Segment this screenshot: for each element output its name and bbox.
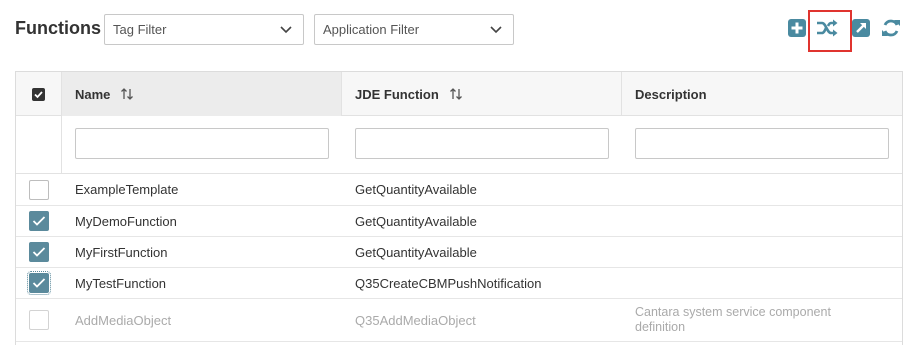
column-filter-row bbox=[16, 116, 902, 174]
row-check-cell bbox=[16, 268, 62, 298]
row-checkbox[interactable] bbox=[29, 242, 49, 262]
check-icon bbox=[34, 90, 43, 98]
select-all-checkbox[interactable] bbox=[32, 87, 45, 101]
description-filter-input[interactable] bbox=[635, 128, 889, 159]
column-header-name[interactable]: Name bbox=[62, 72, 342, 116]
row-name: ExampleTemplate bbox=[75, 182, 179, 197]
row-checkbox bbox=[29, 310, 49, 330]
application-filter-dropdown[interactable]: Application Filter bbox=[314, 14, 514, 45]
functions-grid: Name JDE Function Description ExampleTem… bbox=[15, 71, 903, 345]
row-checkbox[interactable] bbox=[29, 179, 49, 200]
shuffle-button[interactable] bbox=[816, 17, 838, 39]
toolbar bbox=[786, 17, 906, 43]
row-checkbox[interactable] bbox=[27, 271, 51, 295]
table-row[interactable]: ExampleTemplate GetQuantityAvailable bbox=[16, 174, 902, 206]
row-check-cell bbox=[16, 206, 62, 236]
column-header-label: JDE Function bbox=[355, 86, 439, 102]
row-jde-function: Q35AddMediaObject bbox=[355, 312, 476, 328]
row-name: MyDemoFunction bbox=[75, 213, 177, 229]
row-check-cell bbox=[16, 299, 62, 341]
row-jde-function: Q35CreateCBMPushNotification bbox=[355, 275, 542, 291]
row-name: AddMediaObject bbox=[75, 312, 172, 328]
row-check-cell bbox=[16, 237, 62, 267]
row-description bbox=[635, 268, 875, 298]
table-row[interactable]: MyDemoFunction GetQuantityAvailable bbox=[16, 206, 902, 237]
refresh-icon bbox=[882, 19, 900, 37]
row-description: Cantara system service component definit… bbox=[635, 305, 831, 334]
row-jde-function: GetQuantityAvailable bbox=[355, 213, 477, 229]
row-description bbox=[635, 237, 875, 267]
external-link-icon bbox=[852, 19, 870, 37]
refresh-button[interactable] bbox=[880, 17, 902, 39]
chevron-down-icon bbox=[279, 23, 293, 37]
tag-filter-label: Tag Filter bbox=[113, 22, 167, 37]
table-row[interactable]: MyTestFunction Q35CreateCBMPushNotificat… bbox=[16, 268, 902, 299]
row-check-cell bbox=[16, 174, 62, 205]
name-filter-input[interactable] bbox=[75, 128, 329, 159]
page-title: Functions bbox=[15, 18, 101, 38]
check-icon bbox=[32, 278, 46, 288]
open-external-button[interactable] bbox=[850, 17, 872, 39]
row-description bbox=[635, 174, 875, 205]
row-description bbox=[635, 206, 875, 236]
filter-row-spacer bbox=[16, 116, 62, 174]
column-header-description: Description bbox=[622, 72, 902, 116]
table-row[interactable]: MyFirstFunction GetQuantityAvailable bbox=[16, 237, 902, 268]
row-jde-function: GetQuantityAvailable bbox=[355, 182, 477, 197]
row-checkbox[interactable] bbox=[29, 211, 49, 231]
row-name: MyTestFunction bbox=[75, 275, 167, 291]
shuffle-icon bbox=[817, 19, 838, 37]
tag-filter-dropdown[interactable]: Tag Filter bbox=[104, 14, 304, 45]
row-name: MyFirstFunction bbox=[75, 244, 168, 260]
column-header-label: Name bbox=[75, 86, 111, 102]
sort-icon[interactable] bbox=[120, 87, 134, 101]
plus-square-icon bbox=[788, 19, 806, 37]
sort-icon[interactable] bbox=[449, 87, 463, 101]
add-function-button[interactable] bbox=[786, 17, 808, 39]
select-all-cell bbox=[16, 72, 62, 116]
column-header-label: Description bbox=[635, 86, 707, 102]
column-header-jde-function[interactable]: JDE Function bbox=[342, 72, 622, 116]
application-filter-label: Application Filter bbox=[323, 22, 420, 37]
row-jde-function: GetQuantityAvailable bbox=[355, 244, 477, 260]
grid-header: Name JDE Function Description bbox=[16, 72, 902, 116]
table-row: AddMediaObject Q35AddMediaObject Cantara… bbox=[16, 299, 902, 342]
check-icon bbox=[32, 216, 46, 226]
jde-function-filter-input[interactable] bbox=[355, 128, 609, 159]
check-icon bbox=[32, 247, 46, 257]
chevron-down-icon bbox=[489, 23, 503, 37]
